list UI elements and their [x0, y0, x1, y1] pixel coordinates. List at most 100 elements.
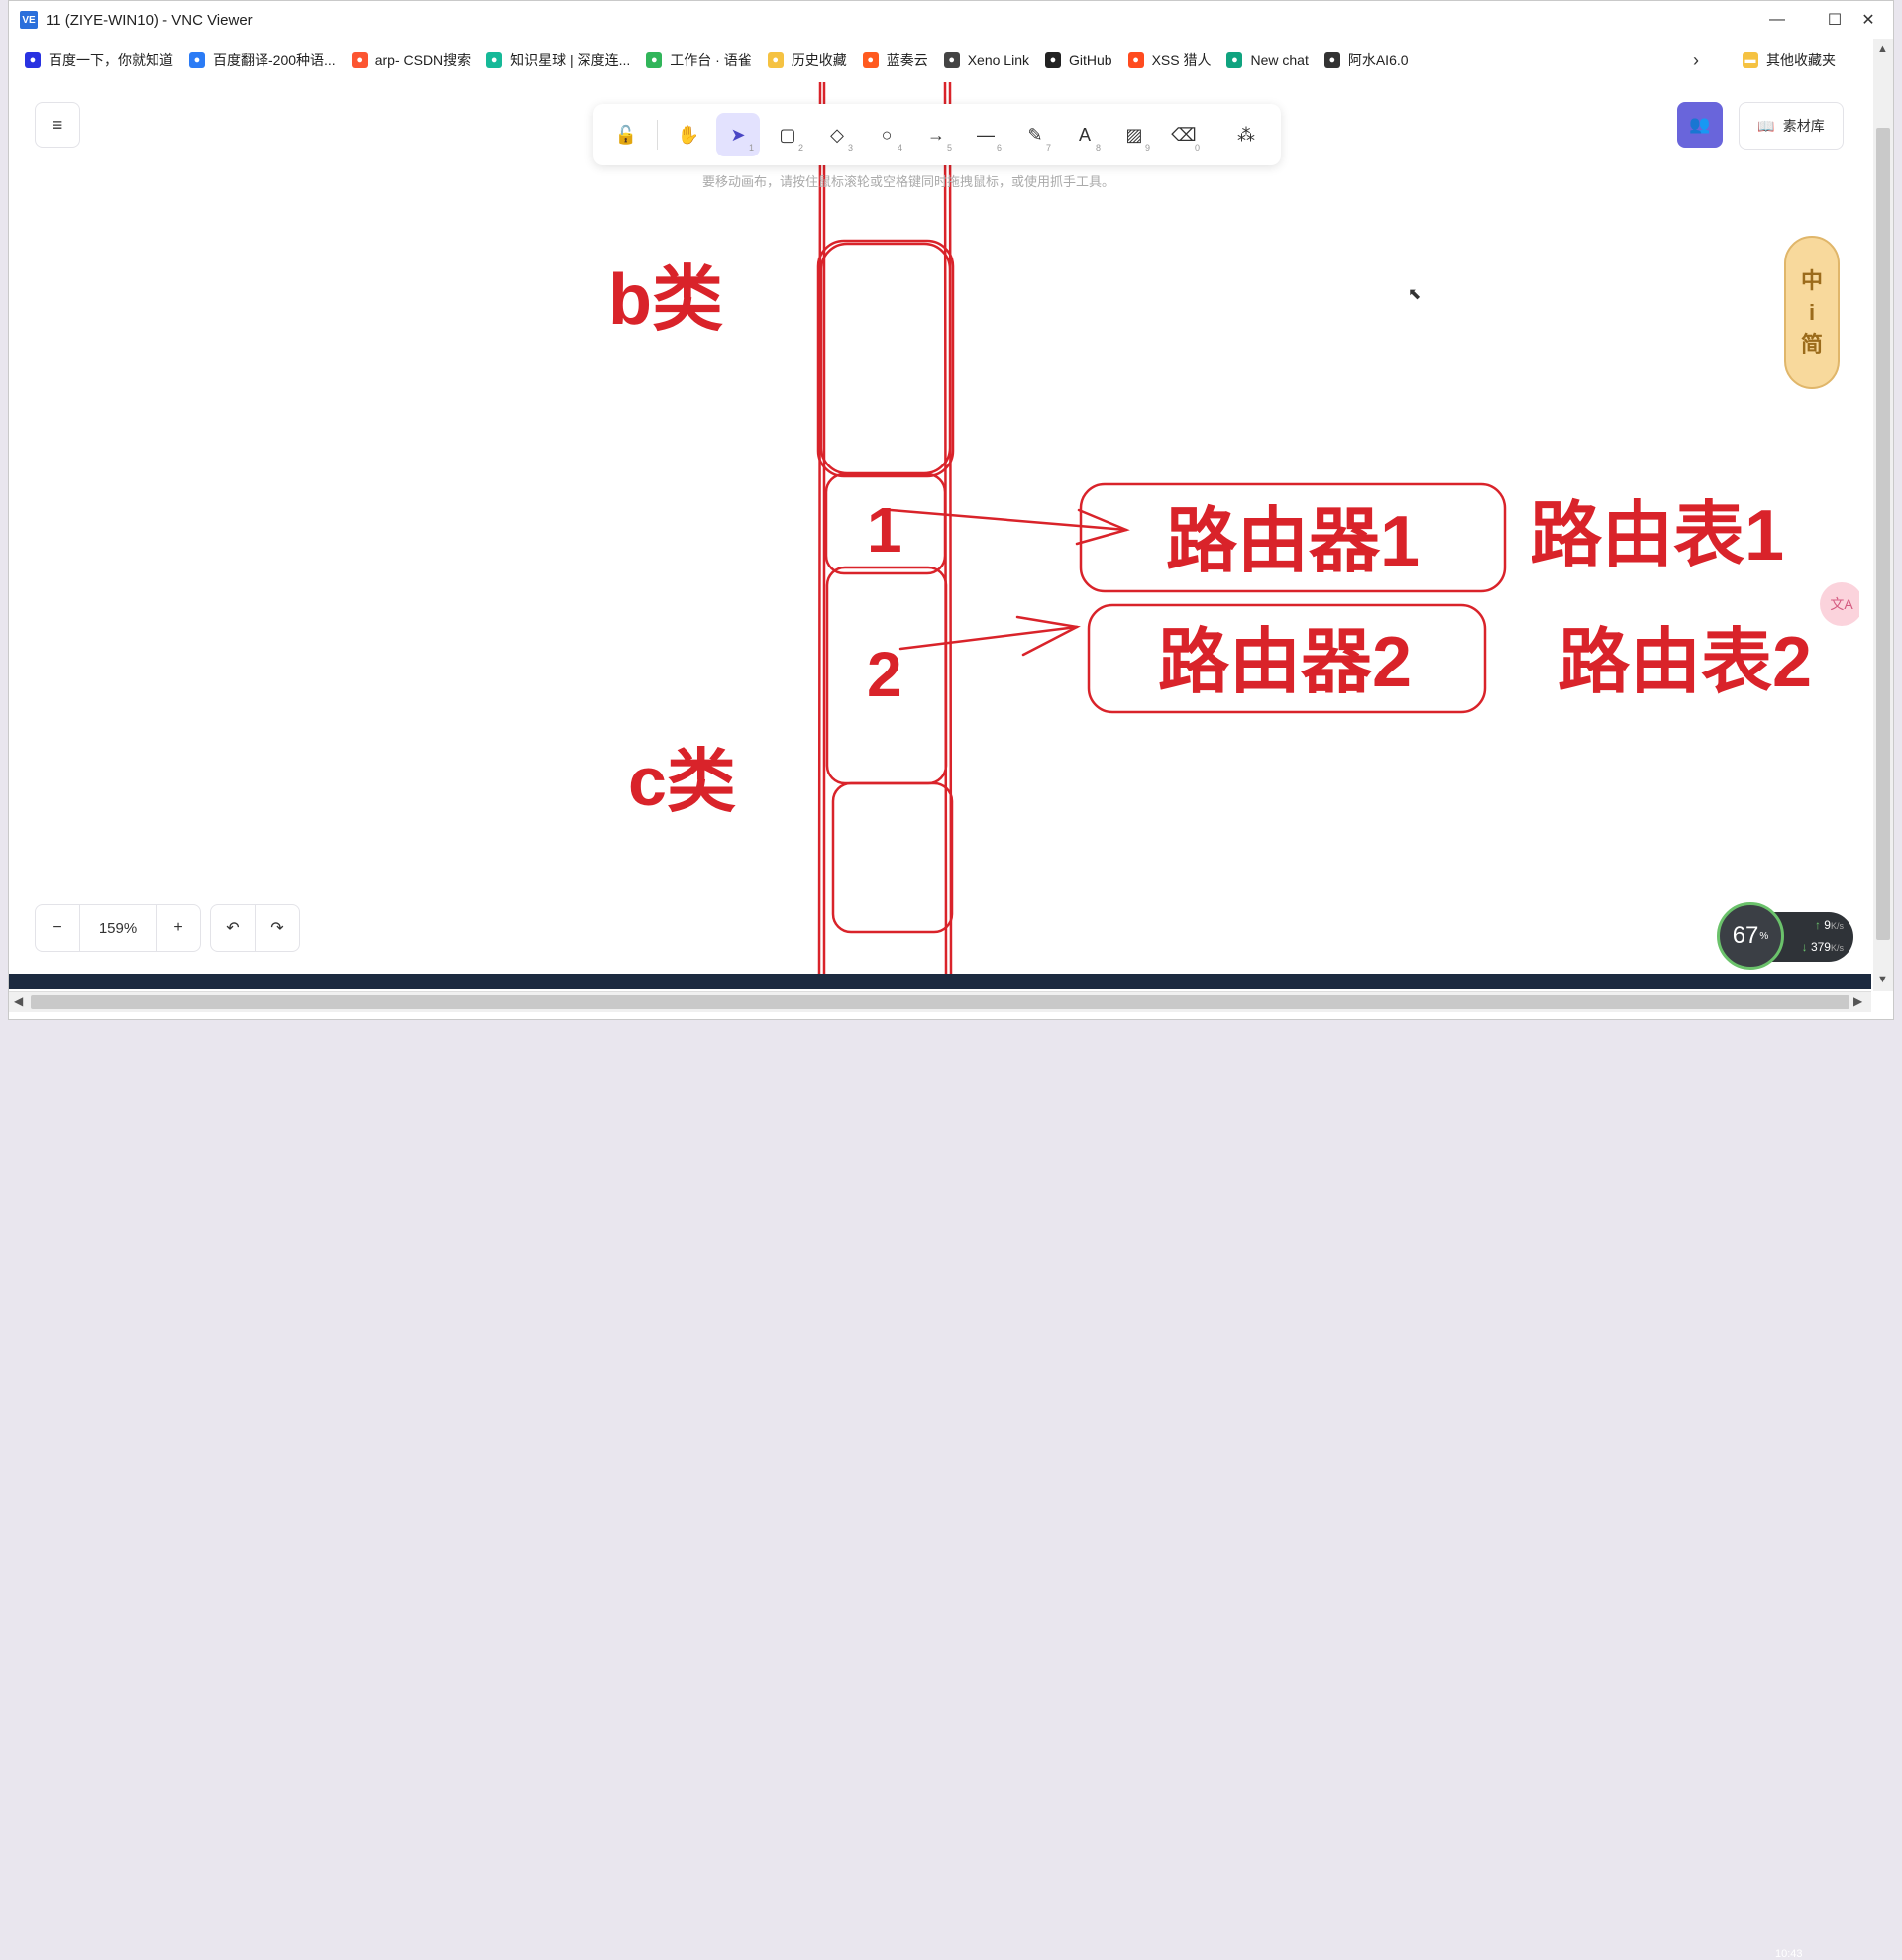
- zsxq-icon: ●: [486, 52, 503, 68]
- text-tool[interactable]: A8: [1063, 113, 1107, 156]
- c-class-label: c类: [628, 743, 736, 820]
- zoom-level[interactable]: 159%: [80, 905, 156, 951]
- fire-icon: ●: [1127, 52, 1144, 68]
- bookmark-item[interactable]: ● 阿水AI6.0: [1323, 51, 1409, 70]
- memory-usage-gauge: 67%: [1717, 902, 1784, 970]
- bookmark-label: arp- CSDN搜索: [374, 52, 472, 68]
- c-class-block: [831, 781, 954, 934]
- bookmarks-bar: ● 百度一下，你就知道 ● 百度翻译-200种语... ● arp- CSDN搜索 ● 知识星…: [9, 39, 1893, 82]
- horizontal-scrollbar[interactable]: ◀ ▶: [9, 991, 1871, 1012]
- rectangle-tool[interactable]: ▢ 2: [766, 113, 809, 156]
- arrow-icon: →: [927, 124, 945, 145]
- bookmark-item[interactable]: ● 百度一下，你就知道: [25, 51, 173, 70]
- image-tool[interactable]: ▨ 9: [1112, 113, 1156, 156]
- bookmark-item[interactable]: ● arp- CSDN搜索: [351, 51, 472, 70]
- b-class-block: [816, 239, 955, 478]
- title-bar[interactable]: VE 11 (ZIYE-WIN10) - VNC Viewer — ☐ ✕: [9, 1, 1893, 39]
- translate-button[interactable]: 文A: [1820, 582, 1859, 626]
- yuque-icon: ●: [646, 52, 663, 68]
- ellipse-tool[interactable]: ○ 4: [865, 113, 908, 156]
- bookmark-item[interactable]: ● 知识星球 | 深度连...: [486, 51, 630, 70]
- github-icon: ●: [1045, 52, 1061, 68]
- bookmark-label: 历史收藏: [791, 52, 847, 68]
- history-controls: ↶ ↷: [210, 904, 300, 952]
- eraser-tool[interactable]: ⌫ 0: [1162, 113, 1206, 156]
- lanzou-icon: ●: [862, 52, 879, 68]
- hand-icon: ✋: [677, 124, 700, 145]
- pencil-tool[interactable]: ✎ 7: [1013, 113, 1057, 156]
- baidu-icon: ●: [25, 52, 41, 68]
- openai-icon: ●: [1226, 52, 1243, 68]
- bookmark-item[interactable]: ● XSS 猎人: [1127, 51, 1211, 70]
- other-bookmarks-folder[interactable]: ▬ 其他收藏夹: [1743, 51, 1836, 70]
- bookmark-item[interactable]: ● New chat: [1226, 52, 1309, 68]
- canvas-hint-text: 要移动画布，请按住鼠标滚轮或空格键同时拖拽鼠标，或使用抓手工具。: [702, 174, 1115, 189]
- bookmark-item[interactable]: ● 蓝奏云: [862, 51, 928, 70]
- select-tool[interactable]: ➤ 1: [716, 113, 760, 156]
- other-bookmarks-label: 其他收藏夹: [1766, 52, 1836, 68]
- shortcut-key: 7: [1045, 143, 1051, 153]
- bookmark-label: 百度翻译-200种语...: [213, 52, 336, 68]
- main-menu-button[interactable]: ≡: [35, 102, 80, 148]
- scroll-down-arrow-icon[interactable]: ▼: [1877, 974, 1888, 985]
- translate-icon: ●: [189, 52, 205, 68]
- bookmark-item[interactable]: ● 百度翻译-200种语...: [189, 51, 336, 70]
- ime-punctuation-mode[interactable]: i: [1809, 297, 1815, 329]
- shapes-tool[interactable]: ⁂: [1224, 113, 1268, 156]
- horizontal-scroll-thumb[interactable]: [31, 995, 1849, 1009]
- segment-1-label: 1: [867, 494, 902, 566]
- lock-tool[interactable]: 🔓: [604, 113, 648, 156]
- ime-toolbar[interactable]: 中 i 简: [1784, 236, 1840, 389]
- shortcut-key: 5: [946, 143, 952, 153]
- hand-tool[interactable]: ✋: [667, 113, 710, 156]
- book-icon: 📖: [1757, 117, 1775, 134]
- scroll-left-arrow-icon[interactable]: ◀: [14, 994, 23, 1008]
- zoom-out-button[interactable]: −: [36, 905, 80, 951]
- network-speed-widget[interactable]: ↑ 9K/s ↓ 379K/s 67%: [1711, 894, 1859, 974]
- vnc-logo-icon: VE: [20, 11, 38, 29]
- shortcut-key: 4: [897, 143, 902, 153]
- file-icon: ●: [943, 52, 960, 68]
- eraser-icon: ⌫: [1171, 124, 1197, 145]
- vertical-scrollbar[interactable]: ▲ ▼: [1873, 39, 1893, 991]
- library-button[interactable]: 📖 素材库: [1739, 102, 1844, 150]
- vnc-window: VE 11 (ZIYE-WIN10) - VNC Viewer — ☐ ✕ ● 百…: [8, 0, 1894, 1960]
- bookmark-item[interactable]: ● 历史收藏: [767, 51, 847, 70]
- diamond-tool[interactable]: ◇ 3: [815, 113, 859, 156]
- bookmark-item[interactable]: ● GitHub: [1045, 52, 1112, 68]
- bookmarks-more-button[interactable]: ›: [1693, 51, 1699, 71]
- ime-simplified-mode[interactable]: 简: [1801, 329, 1823, 361]
- segment-2-label: 2: [867, 639, 902, 710]
- remote-taskbar: 10:43: [9, 974, 1871, 1960]
- arrow-tool[interactable]: → 5: [914, 113, 958, 156]
- shortcut-key: 0: [1194, 143, 1200, 153]
- window-title: 11 (ZIYE-WIN10) - VNC Viewer: [46, 11, 253, 29]
- redo-button[interactable]: ↷: [256, 905, 299, 951]
- scroll-up-arrow-icon[interactable]: ▲: [1877, 43, 1888, 54]
- select-icon: ➤: [730, 124, 746, 145]
- scroll-right-arrow-icon[interactable]: ▶: [1853, 994, 1862, 1008]
- line-tool[interactable]: —6: [964, 113, 1007, 156]
- collaborate-button[interactable]: 👥: [1677, 102, 1723, 148]
- drawing-toolbar: 🔓 ✋ ➤ 1 ▢ 2 ◇ 3 ○ 4 → 5—6 ✎ 7 A 8 ▨ 9 ⌫ 0 ⁂: [593, 104, 1281, 165]
- close-button[interactable]: ✕: [1844, 1, 1893, 39]
- vertical-scroll-thumb[interactable]: [1876, 128, 1890, 940]
- shapes-icon: ⁂: [1237, 124, 1255, 145]
- minimize-button[interactable]: —: [1748, 1, 1806, 39]
- folder-icon: ●: [767, 52, 784, 68]
- b-class-block-2: [819, 242, 952, 475]
- ime-chinese-mode[interactable]: 中: [1801, 265, 1823, 297]
- undo-button[interactable]: ↶: [211, 905, 256, 951]
- diamond-icon: ◇: [830, 124, 844, 145]
- bookmark-item[interactable]: ● 工作台 · 语雀: [646, 51, 752, 70]
- bookmark-item[interactable]: ● Xeno Link: [943, 52, 1029, 68]
- bookmark-label: 工作台 · 语雀: [670, 52, 752, 68]
- zoom-controls: − 159% +: [35, 904, 201, 952]
- csdn-icon: ●: [351, 52, 368, 68]
- whiteboard-canvas[interactable]: b类 c类 1 2 路由器1 路由器2 路由表1 路由表2 ≡ 🔓 ✋ ➤ 1 ▢ 2 ◇ 3…: [9, 82, 1859, 974]
- shortcut-key: 3: [847, 143, 853, 153]
- pipe-left-line: [817, 82, 822, 974]
- bookmark-label: 知识星球 | 深度连...: [510, 52, 631, 68]
- line-icon: —: [977, 124, 995, 145]
- zoom-in-button[interactable]: +: [156, 905, 200, 951]
